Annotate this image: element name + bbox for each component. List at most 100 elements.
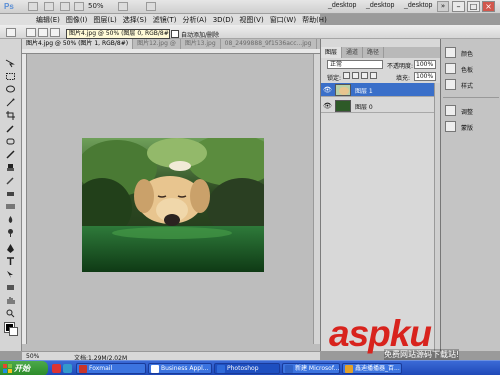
- minimize-button[interactable]: –: [452, 1, 465, 12]
- path-selection-tool-icon[interactable]: [5, 270, 16, 279]
- lock-all-icon[interactable]: [370, 72, 377, 79]
- canvas-vertical-scrollbar[interactable]: [313, 54, 320, 344]
- status-zoom[interactable]: 50%: [26, 353, 39, 360]
- menu-help[interactable]: 帮助(H): [302, 15, 327, 25]
- bridge-icon[interactable]: [28, 2, 38, 11]
- tab-document-1[interactable]: 图片4.jpg @ 50% (图片 1, RGB/8#): [22, 39, 134, 49]
- healing-brush-tool-icon[interactable]: [5, 137, 16, 146]
- visibility-eye-icon[interactable]: 👁: [323, 86, 332, 94]
- styles-panel-icon: [445, 79, 456, 90]
- workspace-button-2[interactable]: _desktop: [360, 2, 400, 12]
- close-button[interactable]: ×: [482, 1, 495, 12]
- taskbar-item-4[interactable]: 新建 Microsof...: [282, 363, 340, 374]
- status-bar: 50% 文档:1.29M/2.02M: [22, 351, 320, 362]
- dock-label: 颜色: [461, 51, 474, 58]
- eraser-tool-icon[interactable]: [5, 189, 16, 198]
- dock-swatches[interactable]: 色板: [443, 61, 499, 76]
- zoom-tool-icon-2[interactable]: [5, 309, 16, 318]
- dock-label: 调整: [461, 109, 474, 116]
- marquee-tool-icon[interactable]: [5, 72, 16, 81]
- hand-tool-icon[interactable]: [5, 296, 16, 305]
- quick-launch-icon-2[interactable]: [63, 364, 72, 373]
- shape-layers-icon[interactable]: [26, 28, 36, 37]
- tab-document-4[interactable]: 08_2499888_9f1536acc...jpg: [221, 39, 317, 49]
- menu-edit[interactable]: 编辑(E): [36, 15, 60, 25]
- mini-bridge-icon[interactable]: [44, 2, 54, 11]
- quick-launch-icon-1[interactable]: [52, 364, 61, 373]
- tab-document-3[interactable]: 图片13.jpg: [181, 39, 221, 49]
- layers-panel-tabs: 图层 通道 路径: [321, 47, 441, 58]
- dock-color[interactable]: 颜色: [443, 45, 499, 60]
- taskbar-item-1[interactable]: Foxmail: [76, 363, 146, 374]
- blur-tool-icon[interactable]: [5, 215, 16, 224]
- blend-mode-select[interactable]: 正常: [327, 60, 383, 69]
- dock-masks[interactable]: 蒙版: [443, 119, 499, 134]
- menu-analysis[interactable]: 分析(A): [182, 15, 206, 25]
- taskbar-item-3[interactable]: Photoshop: [214, 363, 280, 374]
- shape-tool-icon[interactable]: [5, 283, 16, 292]
- menu-layer[interactable]: 图层(L): [93, 15, 116, 25]
- crop-tool-icon[interactable]: [5, 111, 16, 120]
- zoom-level[interactable]: 50%: [88, 2, 104, 10]
- background-color-swatch[interactable]: [9, 327, 18, 336]
- eyedropper-tool-icon[interactable]: [5, 124, 16, 133]
- hand-icon[interactable]: [60, 2, 70, 11]
- menu-view[interactable]: 视图(V): [239, 15, 263, 25]
- auto-add-delete-checkbox[interactable]: [171, 30, 179, 38]
- auto-add-delete-label: 自动添加/删除: [181, 32, 220, 39]
- gradient-tool-icon[interactable]: [5, 202, 16, 211]
- layer-thumbnail: [335, 84, 351, 96]
- layer-name[interactable]: 图层 0: [355, 102, 373, 111]
- taskbar-item-5[interactable]: 鑫迪播播器_百...: [342, 363, 402, 374]
- layer-row-0[interactable]: 👁 图层 0: [321, 99, 434, 113]
- opacity-field[interactable]: 100%: [414, 60, 436, 69]
- dodge-tool-icon[interactable]: [5, 228, 16, 237]
- paths-icon[interactable]: [38, 28, 48, 37]
- lock-transparent-icon[interactable]: [343, 72, 350, 79]
- lasso-tool-icon[interactable]: [5, 85, 16, 94]
- fill-field[interactable]: 100%: [414, 72, 436, 81]
- collapsed-panels-dock: 颜色 色板 样式 调整 蒙版: [440, 39, 500, 351]
- workspace-button-1[interactable]: _desktop: [322, 2, 362, 12]
- brush-tool-icon[interactable]: [5, 150, 16, 159]
- tab-channels[interactable]: 通道: [342, 47, 364, 58]
- type-tool-icon[interactable]: [5, 257, 16, 266]
- fill-pixels-icon[interactable]: [50, 28, 60, 37]
- history-brush-tool-icon[interactable]: [5, 176, 16, 185]
- start-button[interactable]: 开始: [0, 361, 48, 375]
- menu-image[interactable]: 图像(I): [66, 15, 88, 25]
- task-icon: [217, 365, 225, 373]
- lock-pixels-icon[interactable]: [352, 72, 359, 79]
- lock-position-icon[interactable]: [361, 72, 368, 79]
- fill-label: 填充:: [396, 75, 411, 82]
- tab-paths[interactable]: 路径: [363, 47, 385, 58]
- document-tabs: 图片4.jpg @ 50% (图片 1, RGB/8#) 图片12.jpg @ …: [22, 39, 320, 49]
- document-tooltip: 图片4.jpg @ 50% (图层 0, RGB/8#): [66, 29, 170, 39]
- menu-3d[interactable]: 3D(D): [213, 16, 234, 24]
- visibility-eye-icon[interactable]: 👁: [323, 102, 332, 110]
- arrange-docs-icon[interactable]: [146, 2, 156, 11]
- magic-wand-tool-icon[interactable]: [5, 98, 16, 107]
- document-image[interactable]: [82, 138, 264, 272]
- menu-filter[interactable]: 滤镜(T): [153, 15, 177, 25]
- menu-bar: 编辑(E) 图像(I) 图层(L) 选择(S) 滤镜(T) 分析(A) 3D(D…: [0, 14, 327, 25]
- tab-document-2[interactable]: 图片12.jpg @: [133, 39, 181, 49]
- dock-styles[interactable]: 样式: [443, 77, 499, 92]
- taskbar-item-2[interactable]: Business Appl...: [148, 363, 212, 374]
- layer-name[interactable]: 图层 1: [355, 86, 373, 95]
- dock-adjustments[interactable]: 调整: [443, 103, 499, 118]
- maximize-button[interactable]: □: [467, 1, 480, 12]
- workspace-button-3[interactable]: _desktop: [398, 2, 438, 12]
- menu-select[interactable]: 选择(S): [123, 15, 147, 25]
- move-tool-icon[interactable]: [5, 59, 16, 68]
- more-workspaces-icon[interactable]: »: [437, 1, 449, 12]
- tab-layers[interactable]: 图层: [321, 47, 343, 58]
- grid-icon[interactable]: [118, 2, 128, 11]
- pen-tool-icon[interactable]: [6, 28, 16, 37]
- clone-stamp-tool-icon[interactable]: [5, 163, 16, 172]
- menu-window[interactable]: 窗口(W): [270, 15, 296, 25]
- dock-label: 蒙版: [461, 125, 474, 132]
- layer-row-1[interactable]: 👁 图层 1: [321, 83, 434, 97]
- pen-tool-active-icon[interactable]: [5, 244, 16, 253]
- zoom-tool-icon[interactable]: [74, 2, 84, 11]
